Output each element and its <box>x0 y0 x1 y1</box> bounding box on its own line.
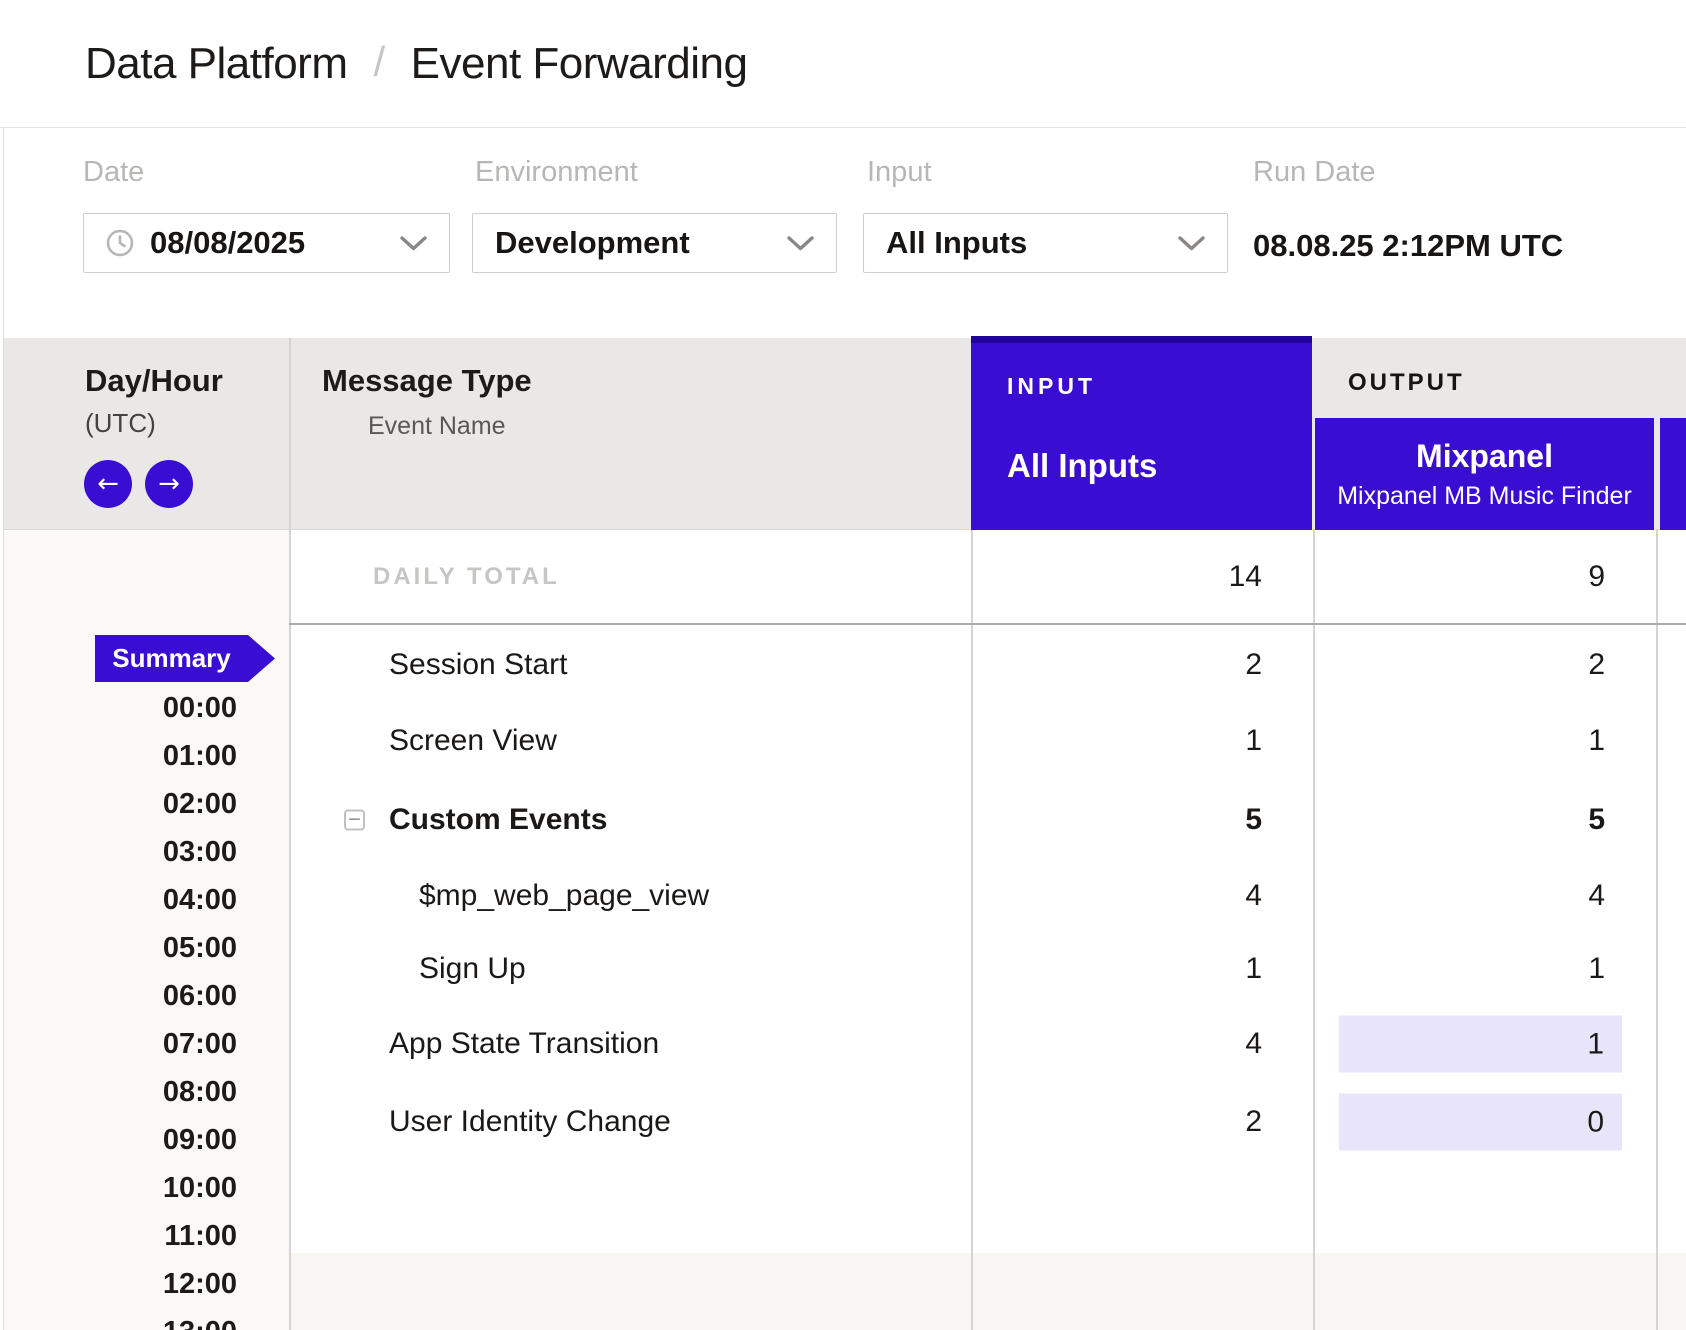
input-filter-select[interactable]: All Inputs <box>863 213 1228 273</box>
input-count-cell: 4 <box>971 859 1312 932</box>
daily-total-output-value: 9 <box>1315 530 1656 623</box>
input-column-accent-strip <box>971 336 1312 343</box>
environment-filter-value: Development <box>495 225 690 261</box>
input-count-cell: 4 <box>971 1005 1312 1083</box>
input-section-label: INPUT <box>1007 373 1312 400</box>
daily-total-input-value: 14 <box>971 530 1312 623</box>
environment-filter-select[interactable]: Development <box>472 213 837 273</box>
day-hour-column-title: Day/Hour <box>85 363 223 399</box>
output-count-cell: 1 <box>1315 1005 1656 1083</box>
date-filter-label: Date <box>83 156 144 189</box>
collapse-expander-icon[interactable]: − <box>344 809 365 830</box>
run-date-label: Run Date <box>1253 156 1376 189</box>
input-count-cell: 5 <box>971 780 1312 859</box>
hour-row-label[interactable]: 12:00 <box>3 1260 237 1308</box>
table-row: Screen View 11 <box>0 701 1686 780</box>
message-type-column-title: Message Type <box>322 363 532 399</box>
hour-row-label[interactable]: 11:00 <box>3 1212 237 1260</box>
output-count-cell: 5 <box>1315 780 1656 859</box>
input-count-cell: 1 <box>971 701 1312 780</box>
event-forwarding-page: Data Platform / Event Forwarding Date 08… <box>0 0 1686 1330</box>
event-name: Sign Up <box>419 932 526 1005</box>
output-count-cell: 1 <box>1315 701 1656 780</box>
daily-total-row: DAILY TOTAL 14 9 <box>289 530 1686 625</box>
table-row: Session Start 22 <box>0 628 1686 701</box>
page-title: Event Forwarding <box>411 39 748 89</box>
date-filter-value: 08/08/2025 <box>150 225 305 261</box>
output-count-cell: 2 <box>1315 628 1656 701</box>
event-name: App State Transition <box>389 1005 659 1083</box>
output-destination-subtitle: Mixpanel MB Music Finder <box>1337 482 1632 511</box>
breadcrumb: Data Platform / Event Forwarding <box>0 39 747 89</box>
event-name: Custom Events <box>389 780 607 859</box>
event-rows: Session Start22Screen View11−Custom Even… <box>0 628 1686 1161</box>
chevron-down-icon <box>787 236 814 251</box>
output-destination-name: Mixpanel <box>1416 438 1553 475</box>
output-count-cell: 4 <box>1315 859 1656 932</box>
output-column-header[interactable]: Mixpanel Mixpanel MB Music Finder <box>1315 418 1654 530</box>
input-count-cell: 2 <box>971 628 1312 701</box>
table-footer-band <box>289 1253 1686 1330</box>
output-count-cell: 0 <box>1315 1083 1656 1161</box>
table-row: App State Transition 41 <box>0 1005 1686 1083</box>
date-filter-select[interactable]: 08/08/2025 <box>83 213 450 273</box>
day-navigation: ← → <box>84 460 193 508</box>
highlighted-output-cell: 1 <box>1339 1016 1622 1073</box>
output-section-label: OUTPUT <box>1348 369 1465 397</box>
daily-total-label: DAILY TOTAL <box>373 530 560 623</box>
input-filter-value: All Inputs <box>886 225 1027 261</box>
previous-day-button[interactable]: ← <box>84 460 132 508</box>
input-column-header[interactable]: INPUT All Inputs <box>971 336 1312 530</box>
input-count-cell: 2 <box>971 1083 1312 1161</box>
hour-row-label[interactable]: 10:00 <box>3 1164 237 1212</box>
message-type-subtitle: Event Name <box>368 412 506 441</box>
output-count-cell: 1 <box>1315 932 1656 1005</box>
table-row: − Custom Events 55 <box>0 780 1686 859</box>
next-output-column-partial <box>1660 418 1686 530</box>
table-row: Sign Up 11 <box>0 932 1686 1005</box>
breadcrumb-separator: / <box>373 38 384 86</box>
day-hour-timezone: (UTC) <box>85 408 156 439</box>
table-row: $mp_web_page_view 44 <box>0 859 1686 932</box>
chevron-down-icon <box>400 236 427 251</box>
environment-filter-label: Environment <box>475 156 638 189</box>
event-name: $mp_web_page_view <box>419 859 709 932</box>
event-name: Screen View <box>389 701 557 780</box>
page-left-border <box>3 128 4 1330</box>
input-count-cell: 1 <box>971 932 1312 1005</box>
run-date-value: 08.08.25 2:12PM UTC <box>1253 228 1563 264</box>
input-filter-label: Input <box>867 156 932 189</box>
event-name: User Identity Change <box>389 1083 671 1161</box>
top-header: Data Platform / Event Forwarding <box>0 0 1686 128</box>
table-row: User Identity Change 20 <box>0 1083 1686 1161</box>
highlighted-output-cell: 0 <box>1339 1094 1622 1151</box>
arrow-left-icon: ← <box>97 471 119 497</box>
breadcrumb-section[interactable]: Data Platform <box>85 39 347 89</box>
chevron-down-icon <box>1178 236 1205 251</box>
hour-row-label[interactable]: 13:00 <box>3 1308 237 1330</box>
event-name: Session Start <box>389 628 567 701</box>
input-column-name: All Inputs <box>1007 447 1312 485</box>
arrow-right-icon: → <box>158 471 180 497</box>
clock-icon <box>106 229 134 257</box>
next-day-button[interactable]: → <box>145 460 193 508</box>
